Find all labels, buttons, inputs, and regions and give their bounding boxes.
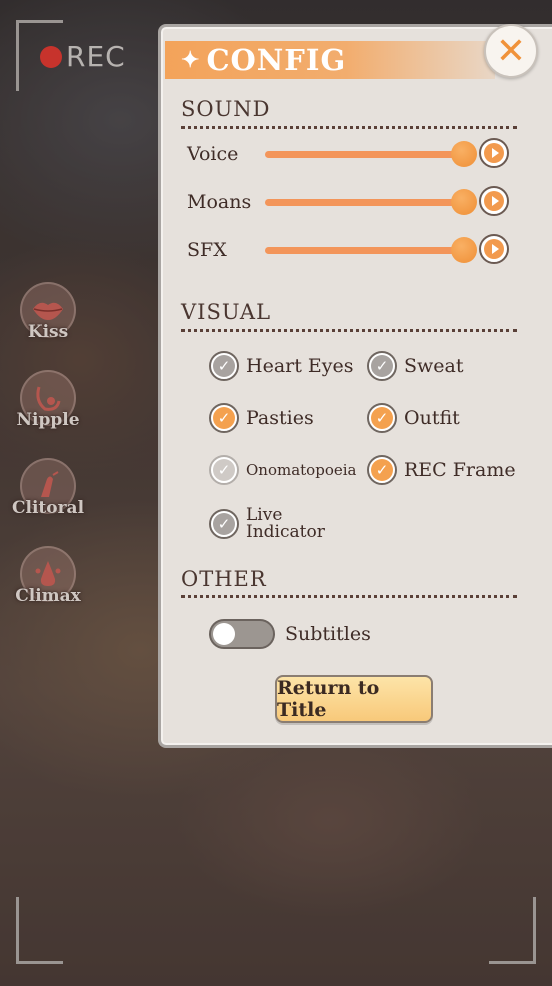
sfx-slider-row: SFX bbox=[187, 233, 517, 269]
sfx-label: SFX bbox=[187, 239, 227, 261]
visual-heading: VISUAL bbox=[181, 300, 272, 324]
rec-indicator: REC bbox=[40, 40, 126, 73]
rec-frame-checkbox[interactable]: ✓ REC Frame bbox=[367, 455, 516, 485]
sfx-slider-track[interactable] bbox=[265, 247, 465, 254]
toggle-thumb bbox=[213, 623, 235, 645]
onomatopoeia-label: Onomatopoeia bbox=[246, 460, 357, 479]
rec-frame-corner-bottom-right bbox=[489, 897, 536, 964]
close-config-button[interactable]: ✕ bbox=[484, 24, 538, 78]
checkbox-circle: ✓ bbox=[367, 351, 397, 381]
moans-slider-handle[interactable] bbox=[451, 189, 477, 215]
checkbox-circle: ✓ bbox=[367, 403, 397, 433]
other-heading: OTHER bbox=[181, 567, 267, 591]
sound-divider bbox=[181, 126, 517, 129]
rec-dot-icon bbox=[40, 45, 62, 68]
voice-slider-row: Voice bbox=[187, 137, 517, 173]
onomatopoeia-checkbox[interactable]: ✓ Onomatopoeia bbox=[209, 455, 356, 485]
check-icon: ✓ bbox=[371, 459, 393, 481]
voice-slider-handle[interactable] bbox=[451, 141, 477, 167]
checkbox-circle: ✓ bbox=[367, 455, 397, 485]
moans-preview-button[interactable] bbox=[479, 186, 509, 216]
action-clitoral-button[interactable]: Clitoral bbox=[6, 458, 90, 546]
check-icon: ✓ bbox=[213, 513, 235, 535]
moans-slider-row: Moans bbox=[187, 185, 517, 221]
side-action-bar: Kiss Nipple Clitoral Climax bbox=[6, 282, 90, 634]
action-climax-label: Climax bbox=[15, 586, 81, 606]
sound-heading: SOUND bbox=[181, 97, 271, 121]
play-icon bbox=[484, 143, 504, 163]
moans-slider-track[interactable] bbox=[265, 199, 465, 206]
live-indicator-checkbox[interactable]: ✓ Live Indicator bbox=[209, 507, 325, 541]
action-clitoral-label: Clitoral bbox=[11, 498, 85, 518]
close-icon: ✕ bbox=[495, 30, 527, 72]
check-icon: ✓ bbox=[371, 355, 393, 377]
action-climax-button[interactable]: Climax bbox=[6, 546, 90, 634]
checkbox-circle: ✓ bbox=[209, 455, 239, 485]
live-indicator-label-line2: Indicator bbox=[246, 522, 325, 542]
sfx-slider-handle[interactable] bbox=[451, 237, 477, 263]
sparkle-icon: ✦ bbox=[181, 47, 201, 73]
live-indicator-label: Live Indicator bbox=[246, 507, 325, 541]
check-icon: ✓ bbox=[213, 407, 235, 429]
sfx-preview-button[interactable] bbox=[479, 234, 509, 264]
moans-label: Moans bbox=[187, 191, 252, 213]
subtitles-toggle[interactable] bbox=[209, 619, 275, 649]
heart-eyes-label: Heart Eyes bbox=[246, 354, 354, 377]
check-icon: ✓ bbox=[371, 407, 393, 429]
rec-label: REC bbox=[66, 40, 126, 73]
config-title-bar: ✦ CONFIG bbox=[165, 41, 495, 79]
voice-slider-track[interactable] bbox=[265, 151, 465, 158]
config-title: CONFIG bbox=[206, 43, 347, 77]
rec-frame-corner-bottom-left bbox=[16, 897, 63, 964]
action-nipple-button[interactable]: Nipple bbox=[6, 370, 90, 458]
voice-label: Voice bbox=[187, 143, 239, 165]
outfit-label: Outfit bbox=[404, 406, 460, 429]
pasties-label: Pasties bbox=[246, 406, 314, 429]
action-nipple-label: Nipple bbox=[16, 410, 80, 430]
subtitles-label: Subtitles bbox=[285, 623, 371, 645]
visual-divider bbox=[181, 329, 517, 332]
voice-preview-button[interactable] bbox=[479, 138, 509, 168]
play-icon bbox=[484, 191, 504, 211]
action-kiss-button[interactable]: Kiss bbox=[6, 282, 90, 370]
checkbox-circle: ✓ bbox=[209, 403, 239, 433]
config-panel: ✦ CONFIG SOUND Voice Moans SFX VISUAL ✓ … bbox=[158, 24, 552, 748]
check-icon: ✓ bbox=[213, 459, 235, 481]
checkbox-circle: ✓ bbox=[209, 509, 239, 539]
checkbox-circle: ✓ bbox=[209, 351, 239, 381]
pasties-checkbox[interactable]: ✓ Pasties bbox=[209, 403, 314, 433]
return-to-title-button[interactable]: Return to Title bbox=[275, 675, 433, 723]
heart-eyes-checkbox[interactable]: ✓ Heart Eyes bbox=[209, 351, 354, 381]
check-icon: ✓ bbox=[213, 355, 235, 377]
action-kiss-label: Kiss bbox=[27, 322, 69, 342]
other-divider bbox=[181, 595, 517, 598]
play-icon bbox=[484, 239, 504, 259]
outfit-checkbox[interactable]: ✓ Outfit bbox=[367, 403, 460, 433]
rec-frame-label: REC Frame bbox=[404, 458, 516, 481]
sweat-label: Sweat bbox=[404, 354, 464, 377]
sweat-checkbox[interactable]: ✓ Sweat bbox=[367, 351, 464, 381]
